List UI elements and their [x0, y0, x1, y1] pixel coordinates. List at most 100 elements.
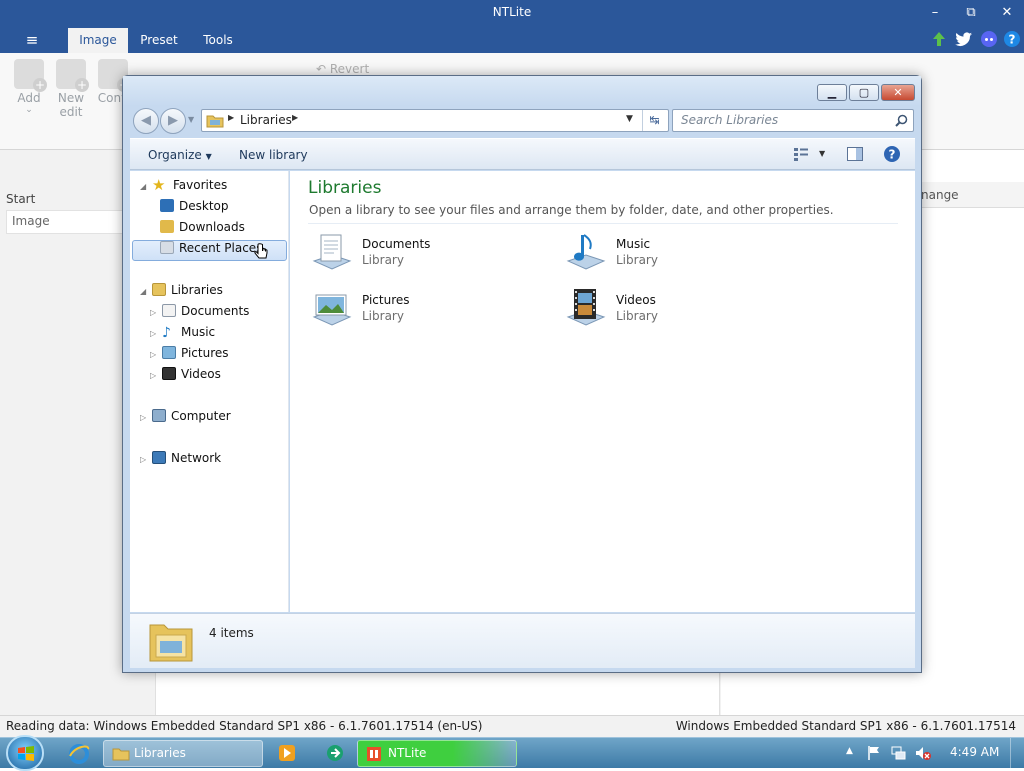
help-icon[interactable]: ?	[1003, 30, 1021, 48]
new-edit-label-2: edit	[59, 105, 83, 119]
add-button[interactable]: Add ⌄	[9, 59, 49, 115]
breadcrumb-libraries[interactable]: Libraries	[240, 113, 292, 127]
search-input[interactable]: Search Libraries	[672, 109, 914, 132]
help-icon[interactable]: ?	[883, 145, 901, 163]
explorer-close-button[interactable]: ✕	[881, 84, 915, 101]
library-name: Videos	[616, 293, 656, 307]
recent-pages-icon[interactable]: ▼	[188, 115, 194, 124]
collapse-arrow-icon[interactable]: ▷	[140, 408, 150, 428]
library-type: Library	[362, 309, 404, 323]
tree-libraries[interactable]: ◢ Libraries	[140, 280, 223, 300]
flag-icon[interactable]	[867, 745, 881, 761]
svg-text:?: ?	[1009, 33, 1016, 47]
tab-preset[interactable]: Preset	[134, 28, 184, 53]
taskbar: Libraries NTLite ▲ 4:49 AM	[0, 735, 1024, 771]
music-label: Music	[181, 325, 216, 339]
favorites-label: Favorites	[173, 178, 228, 192]
tree-favorites[interactable]: ◢ ★ Favorites	[140, 175, 227, 195]
expand-arrow-icon[interactable]: ◢	[140, 282, 150, 302]
hand-cursor-icon	[254, 243, 268, 259]
clock[interactable]: 4:49 AM	[950, 745, 999, 759]
collapse-arrow-icon[interactable]: ▷	[150, 366, 160, 386]
library-type: Library	[616, 253, 658, 267]
new-library-button[interactable]: New library	[239, 148, 308, 162]
revert-button[interactable]: ↶ Revert	[316, 62, 369, 76]
hamburger-menu-icon[interactable]: ≡	[20, 28, 44, 53]
libraries-window: ▁ ▢ ✕ ◀ ▶ ▼ ▶ Libraries ▶ ▼ ↹ Search Lib…	[122, 75, 922, 673]
library-name: Music	[616, 237, 651, 251]
up-arrow-icon[interactable]	[931, 31, 947, 47]
collapse-arrow-icon[interactable]: ▷	[150, 324, 160, 344]
preview-pane-icon[interactable]	[847, 147, 863, 161]
divider	[308, 223, 898, 224]
tree-desktop[interactable]: Desktop	[158, 196, 229, 216]
back-button[interactable]: ◀	[133, 108, 159, 134]
forward-button[interactable]: ▶	[160, 108, 186, 134]
taskbar-libraries-label: Libraries	[134, 746, 186, 760]
tree-documents[interactable]: ▷ Documents	[150, 301, 249, 321]
tree-music[interactable]: ▷ ♪ Music	[150, 322, 215, 342]
organize-label: Organize	[148, 148, 202, 162]
change-view-icon[interactable]	[793, 147, 809, 161]
library-name: Documents	[362, 237, 431, 251]
libraries-folder-large-icon	[149, 624, 193, 662]
tree-network[interactable]: ▷ Network	[140, 448, 221, 468]
show-hidden-icons-icon[interactable]: ▲	[846, 746, 853, 756]
app-icon[interactable]	[326, 744, 344, 762]
media-player-icon[interactable]	[278, 744, 296, 762]
address-dropdown-icon[interactable]: ▼	[626, 114, 633, 124]
show-desktop-button[interactable]	[1010, 738, 1024, 769]
new-edit-button[interactable]: New edit	[51, 59, 91, 119]
twitter-icon[interactable]	[955, 31, 973, 47]
breadcrumb-arrow-icon[interactable]: ▶	[228, 113, 234, 122]
breadcrumb-arrow-icon[interactable]: ▶	[292, 113, 298, 122]
collapse-arrow-icon[interactable]: ▷	[150, 303, 160, 323]
library-music[interactable]: Music Library	[562, 231, 792, 281]
library-documents[interactable]: Documents Library	[308, 231, 538, 281]
title-bar: NTLite – ⧉ ✕	[0, 0, 1024, 28]
explorer-minimize-button[interactable]: ▁	[817, 84, 847, 101]
volume-muted-icon[interactable]	[915, 745, 931, 761]
chevron-down-icon: ▼	[205, 152, 212, 161]
network-label: Network	[171, 451, 222, 465]
tab-tools[interactable]: Tools	[194, 28, 242, 53]
network-status-icon[interactable]	[891, 745, 907, 761]
organize-button[interactable]: Organize ▼	[148, 148, 212, 162]
command-bar: Organize ▼ New library ▼ ?	[130, 138, 915, 170]
restore-button[interactable]: ⧉	[956, 3, 986, 23]
taskbar-libraries-button[interactable]: Libraries	[103, 740, 263, 767]
libraries-icon	[152, 283, 166, 296]
collapse-arrow-icon[interactable]: ▷	[150, 345, 160, 365]
expand-arrow-icon[interactable]: ◢	[140, 177, 150, 197]
address-bar[interactable]: ▶ Libraries ▶ ▼ ↹	[201, 109, 669, 132]
page-title: Libraries	[308, 178, 382, 198]
tree-pictures[interactable]: ▷ Pictures	[150, 343, 229, 363]
collapse-arrow-icon[interactable]: ▷	[140, 450, 150, 470]
downloads-label: Downloads	[179, 220, 245, 234]
search-icon[interactable]	[895, 114, 908, 127]
tree-downloads[interactable]: Downloads	[158, 217, 245, 237]
discord-icon[interactable]	[980, 30, 998, 48]
view-options-chevron-icon[interactable]: ▼	[819, 149, 825, 158]
library-videos[interactable]: Videos Library	[562, 287, 792, 337]
tree-computer[interactable]: ▷ Computer	[140, 406, 231, 426]
internet-explorer-icon[interactable]	[68, 743, 90, 765]
tree-recent-places[interactable]: Recent Places	[158, 238, 262, 258]
details-pane: 4 items	[130, 613, 915, 668]
tree-videos[interactable]: ▷ Videos	[150, 364, 221, 384]
tab-image[interactable]: Image	[68, 28, 128, 53]
libraries-folder-icon	[206, 115, 224, 128]
search-placeholder: Search Libraries	[681, 113, 779, 127]
add-image-icon	[14, 59, 47, 92]
close-button[interactable]: ✕	[992, 3, 1022, 23]
minimize-button[interactable]: –	[920, 3, 950, 23]
downloads-icon	[160, 220, 174, 233]
libraries-label: Libraries	[171, 283, 223, 297]
refresh-icon[interactable]: ↹	[642, 110, 666, 131]
library-pictures[interactable]: Pictures Library	[308, 287, 538, 337]
start-button[interactable]	[6, 735, 44, 771]
explorer-maximize-button[interactable]: ▢	[849, 84, 879, 101]
taskbar-ntlite-button[interactable]: NTLite	[357, 740, 517, 767]
videos-icon	[162, 367, 176, 380]
navigation-pane: ◢ ★ Favorites Desktop Downloads Recent Pla…	[130, 171, 289, 612]
